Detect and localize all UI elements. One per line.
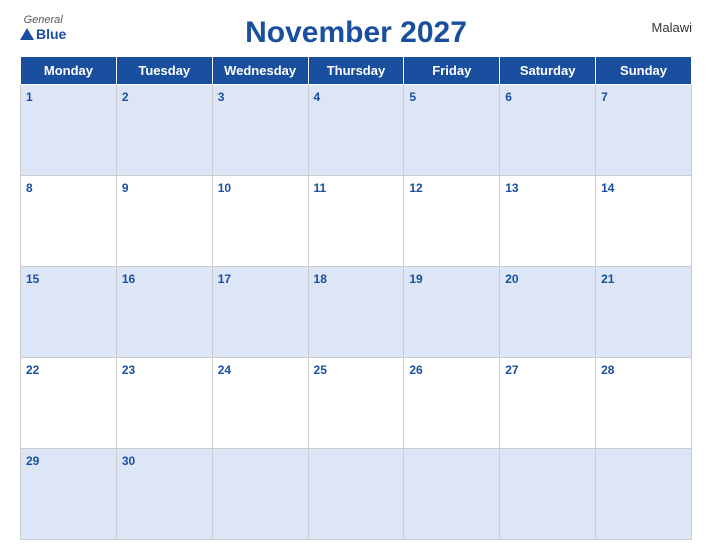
calendar-cell: 25: [308, 358, 404, 449]
day-number: 28: [601, 363, 614, 377]
calendar-cell: 11: [308, 176, 404, 267]
calendar-header-row: MondayTuesdayWednesdayThursdayFridaySatu…: [21, 57, 692, 85]
day-number: 2: [122, 90, 129, 104]
calendar-cell: 12: [404, 176, 500, 267]
calendar-cell: [212, 449, 308, 540]
day-number: 29: [26, 454, 39, 468]
calendar-cell: 20: [500, 267, 596, 358]
day-number: 24: [218, 363, 231, 377]
day-number: 21: [601, 272, 614, 286]
logo-general-text: General: [24, 14, 63, 26]
calendar-cell: 21: [596, 267, 692, 358]
calendar-cell: 19: [404, 267, 500, 358]
day-number: 26: [409, 363, 422, 377]
day-number: 7: [601, 90, 608, 104]
calendar-cell: 1: [21, 85, 117, 176]
weekday-monday: Monday: [21, 57, 117, 85]
day-number: 11: [314, 181, 327, 195]
calendar-week-5: 29 30: [21, 449, 692, 540]
calendar-cell: 15: [21, 267, 117, 358]
calendar-cell: 6: [500, 85, 596, 176]
day-number: 14: [601, 181, 614, 195]
calendar-cell: 23: [116, 358, 212, 449]
calendar-cell: 8: [21, 176, 117, 267]
day-number: 25: [314, 363, 327, 377]
calendar-cell: [596, 449, 692, 540]
calendar-cell: 17: [212, 267, 308, 358]
calendar-cell: 9: [116, 176, 212, 267]
weekday-tuesday: Tuesday: [116, 57, 212, 85]
weekday-row: MondayTuesdayWednesdayThursdayFridaySatu…: [21, 57, 692, 85]
calendar-cell: 27: [500, 358, 596, 449]
day-number: 20: [505, 272, 518, 286]
calendar-week-1: 1 2 3 4 5 6 7: [21, 85, 692, 176]
calendar-cell: 29: [21, 449, 117, 540]
weekday-saturday: Saturday: [500, 57, 596, 85]
day-number: 17: [218, 272, 231, 286]
day-number: 1: [26, 90, 33, 104]
day-number: 9: [122, 181, 129, 195]
calendar-cell: 10: [212, 176, 308, 267]
calendar-table: MondayTuesdayWednesdayThursdayFridaySatu…: [20, 56, 692, 540]
calendar-cell: 26: [404, 358, 500, 449]
day-number: 23: [122, 363, 135, 377]
calendar-cell: 16: [116, 267, 212, 358]
calendar-cell: 3: [212, 85, 308, 176]
calendar-week-4: 22 23 24 25 26 27 28: [21, 358, 692, 449]
calendar-cell: 5: [404, 85, 500, 176]
day-number: 27: [505, 363, 518, 377]
day-number: 15: [26, 272, 39, 286]
day-number: 19: [409, 272, 422, 286]
calendar-cell: 18: [308, 267, 404, 358]
calendar-cell: 30: [116, 449, 212, 540]
calendar-cell: 2: [116, 85, 212, 176]
calendar-cell: 28: [596, 358, 692, 449]
country-label: Malawi: [652, 20, 692, 35]
calendar-cell: [404, 449, 500, 540]
day-number: 13: [505, 181, 518, 195]
calendar-cell: [500, 449, 596, 540]
day-number: 10: [218, 181, 231, 195]
day-number: 8: [26, 181, 33, 195]
weekday-sunday: Sunday: [596, 57, 692, 85]
calendar-cell: 4: [308, 85, 404, 176]
calendar-cell: 13: [500, 176, 596, 267]
calendar-cell: 22: [21, 358, 117, 449]
calendar-cell: 14: [596, 176, 692, 267]
day-number: 3: [218, 90, 225, 104]
calendar-header: General Blue November 2027 Malawi: [20, 10, 692, 50]
weekday-friday: Friday: [404, 57, 500, 85]
day-number: 4: [314, 90, 321, 104]
calendar-body: 1234567891011121314151617181920212223242…: [21, 85, 692, 540]
day-number: 12: [409, 181, 422, 195]
day-number: 22: [26, 363, 39, 377]
calendar-week-2: 8 9 10 11 12 13 14: [21, 176, 692, 267]
day-number: 6: [505, 90, 512, 104]
calendar-cell: 24: [212, 358, 308, 449]
day-number: 5: [409, 90, 416, 104]
logo: General Blue: [20, 14, 66, 42]
logo-blue-container: Blue: [20, 26, 66, 42]
logo-triangle-icon: [20, 28, 34, 40]
day-number: 30: [122, 454, 135, 468]
calendar-cell: 7: [596, 85, 692, 176]
weekday-wednesday: Wednesday: [212, 57, 308, 85]
logo-blue-text: Blue: [36, 26, 66, 42]
calendar-title: November 2027: [245, 16, 467, 50]
calendar-cell: [308, 449, 404, 540]
day-number: 18: [314, 272, 327, 286]
calendar-week-3: 15 16 17 18 19 20 21: [21, 267, 692, 358]
weekday-thursday: Thursday: [308, 57, 404, 85]
day-number: 16: [122, 272, 135, 286]
